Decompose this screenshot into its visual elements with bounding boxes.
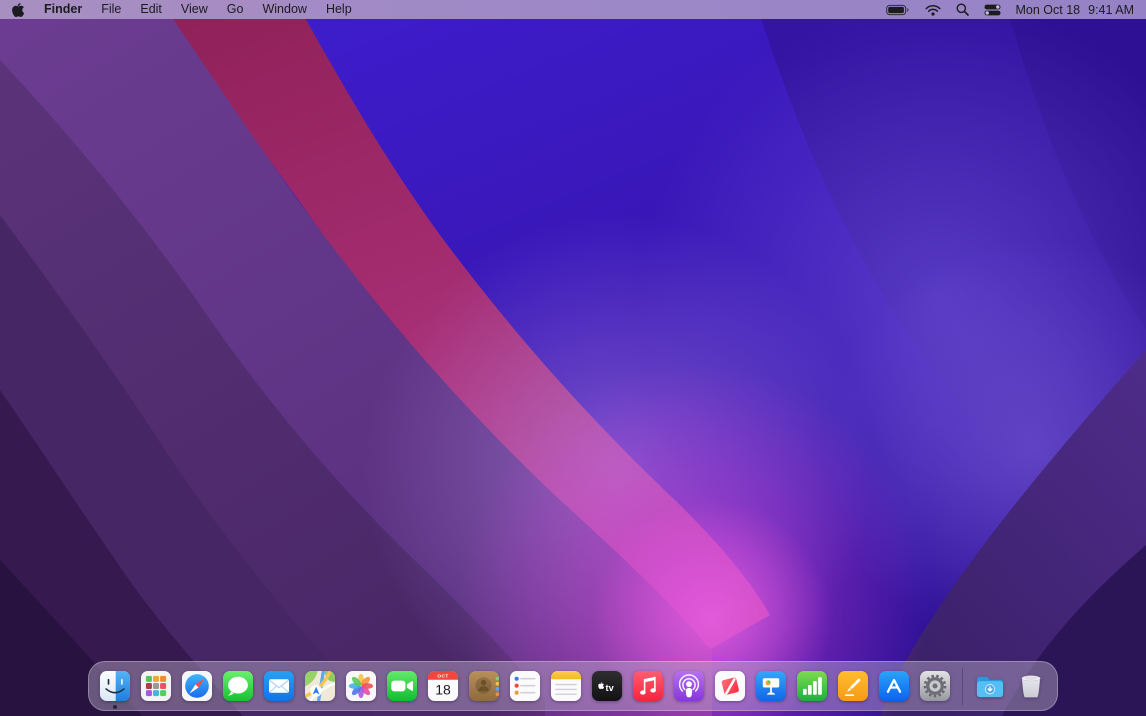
contacts-icon (468, 670, 500, 702)
messages-icon (222, 670, 254, 702)
numbers-icon (796, 670, 828, 702)
control-center-icon (984, 4, 1001, 16)
dock-item-downloads[interactable] (974, 670, 1006, 702)
apple-tv-icon: tv (591, 670, 623, 702)
music-icon (632, 670, 664, 702)
pages-icon (837, 670, 869, 702)
dock-item-numbers[interactable] (796, 670, 828, 702)
dock-item-maps[interactable] (304, 670, 336, 702)
dock-item-reminders[interactable] (509, 670, 541, 702)
dock: OCT 18 (88, 661, 1058, 711)
spotlight-search-icon (956, 3, 969, 16)
dock-item-app-store[interactable] (878, 670, 910, 702)
dock-item-notes[interactable] (550, 670, 582, 702)
keynote-icon (755, 670, 787, 702)
dock-item-tv[interactable]: tv (591, 670, 623, 702)
mail-icon (263, 670, 295, 702)
reminders-icon (509, 670, 541, 702)
running-indicator (113, 705, 117, 709)
menu-clock[interactable]: Mon Oct 18 9:41 AM (1016, 3, 1135, 17)
menu-bar: Finder File Edit View Go Window Help (0, 0, 1146, 19)
calendar-icon: OCT 18 (427, 670, 459, 702)
desktop[interactable]: Finder File Edit View Go Window Help (0, 0, 1146, 716)
dock-item-podcasts[interactable] (673, 670, 705, 702)
trash-icon (1015, 670, 1047, 702)
news-icon (714, 670, 746, 702)
menu-item-view[interactable]: View (181, 0, 208, 19)
maps-icon (304, 670, 336, 702)
safari-icon (181, 670, 213, 702)
clock-time: 9:41 AM (1088, 3, 1134, 17)
menu-item-help[interactable]: Help (326, 0, 352, 19)
clock-date: Mon Oct 18 (1016, 3, 1081, 17)
wifi-icon (925, 4, 941, 16)
downloads-folder-icon (974, 670, 1006, 702)
facetime-icon (386, 670, 418, 702)
battery-icon (886, 4, 910, 16)
calendar-month-label: OCT (437, 674, 448, 680)
dock-item-trash[interactable] (1015, 670, 1047, 702)
battery-status[interactable] (886, 4, 910, 16)
apple-menu[interactable] (12, 2, 25, 18)
app-store-icon (878, 670, 910, 702)
dock-item-mail[interactable] (263, 670, 295, 702)
notes-icon (550, 670, 582, 702)
dock-item-facetime[interactable] (386, 670, 418, 702)
dock-item-pages[interactable] (837, 670, 869, 702)
menu-bar-left: Finder File Edit View Go Window Help (12, 0, 352, 19)
monterey-wallpaper-image (0, 0, 1146, 716)
podcasts-icon (673, 670, 705, 702)
dock-item-safari[interactable] (181, 670, 213, 702)
dock-item-launchpad[interactable] (140, 670, 172, 702)
dock-item-music[interactable] (632, 670, 664, 702)
launchpad-icon (140, 670, 172, 702)
tv-logo-text: tv (606, 683, 615, 693)
menu-item-file[interactable]: File (101, 0, 121, 19)
menu-item-edit[interactable]: Edit (140, 0, 162, 19)
dock-separator (962, 668, 963, 705)
control-center[interactable] (984, 4, 1001, 16)
dock-item-news[interactable] (714, 670, 746, 702)
dock-item-contacts[interactable] (468, 670, 500, 702)
system-preferences-icon (919, 670, 951, 702)
dock-item-keynote[interactable] (755, 670, 787, 702)
menu-bar-status-area: Mon Oct 18 9:41 AM (886, 3, 1135, 17)
desktop-wallpaper (0, 0, 1146, 716)
finder-icon (99, 670, 131, 702)
menu-item-go[interactable]: Go (227, 0, 244, 19)
wifi-status[interactable] (925, 4, 941, 16)
dock-item-finder[interactable] (99, 670, 131, 702)
spotlight-search[interactable] (956, 3, 969, 16)
photos-icon (345, 670, 377, 702)
dock-item-system-preferences[interactable] (919, 670, 951, 702)
dock-item-photos[interactable] (345, 670, 377, 702)
apple-icon (12, 2, 25, 18)
calendar-day-label: 18 (435, 682, 451, 698)
menu-item-finder[interactable]: Finder (44, 0, 82, 19)
dock-item-messages[interactable] (222, 670, 254, 702)
dock-item-calendar[interactable]: OCT 18 (427, 670, 459, 702)
menu-item-window[interactable]: Window (262, 0, 306, 19)
